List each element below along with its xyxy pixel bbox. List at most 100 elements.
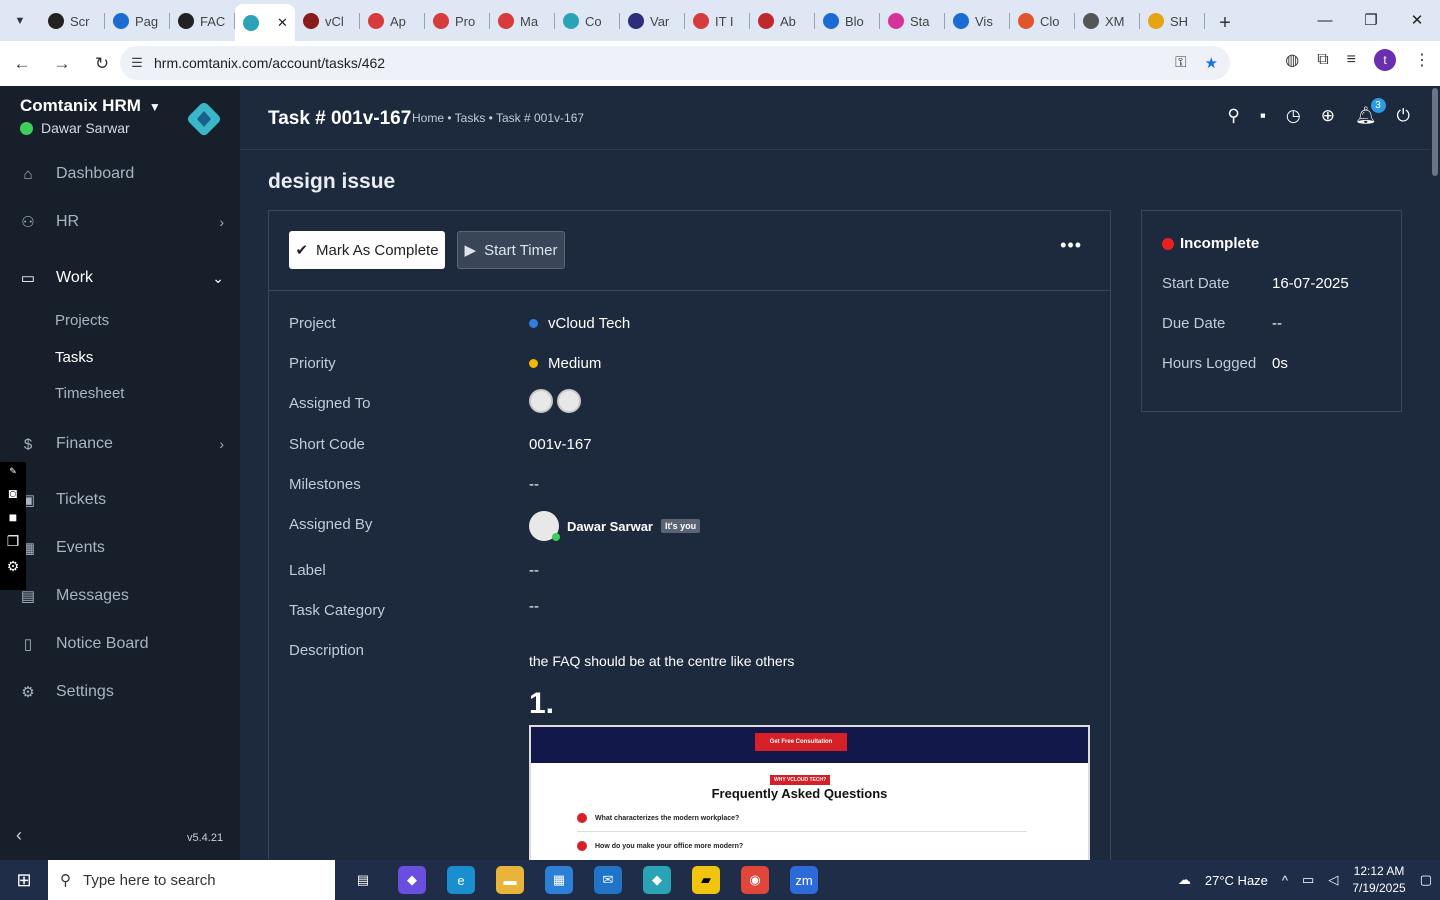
browser-tab[interactable]: FAC [170, 4, 235, 38]
search-icon[interactable]: ⚲ [1227, 106, 1239, 126]
camera-icon[interactable]: ◙ [9, 485, 17, 501]
browser-tab[interactable]: XM [1075, 4, 1140, 38]
file-explorer-icon[interactable]: ▬ [496, 866, 524, 894]
volume-icon[interactable]: ◁ [1328, 872, 1338, 888]
chevron-right-icon: › [219, 436, 224, 452]
chrome-icon[interactable]: ◉ [741, 866, 769, 894]
browser-tab[interactable]: Ab [750, 4, 815, 38]
sidebar-item-finance[interactable]: $ Finance › [0, 424, 240, 464]
clock-icon[interactable]: ◷ [1286, 106, 1301, 126]
tab-search-dropdown[interactable]: ▼ [0, 0, 40, 41]
task-detail-card: ✔ Mark As Complete ▶ Start Timer ••• Proje… [268, 210, 1111, 871]
weather-icon[interactable]: ☁ [1178, 872, 1191, 888]
browser-tab[interactable]: Ap [360, 4, 425, 38]
browser-tab[interactable]: IT I [685, 4, 750, 38]
chevron-down-icon[interactable]: ▼ [149, 100, 161, 114]
avatar [529, 511, 560, 541]
avatar[interactable] [557, 389, 581, 413]
restore-button[interactable]: ❐ [1348, 0, 1394, 40]
bell-icon[interactable]: 🔔︎ 3 [1355, 98, 1386, 126]
favicon-icon [243, 14, 259, 31]
collapse-sidebar-icon[interactable]: ‹ [16, 825, 22, 846]
chrome-menu-icon[interactable]: ⋮ [1414, 50, 1430, 70]
hours-logged-label: Hours Logged [1162, 355, 1257, 372]
reload-button[interactable]: ↻ [84, 46, 120, 82]
project-value[interactable]: vCloud Tech [529, 315, 630, 332]
sidebar-sub-tasks[interactable]: Tasks [55, 349, 93, 366]
omnibox[interactable]: ☰ hrm.comtanix.com/account/tasks/462 ⚿ ★ [120, 46, 1230, 80]
profile-avatar[interactable]: t [1374, 49, 1396, 71]
hrm-app-icon[interactable]: ◆ [643, 866, 671, 894]
url-text[interactable]: hrm.comtanix.com/account/tasks/462 [154, 55, 385, 71]
browser-tab[interactable]: ✕ [235, 4, 295, 41]
start-timer-button[interactable]: ▶ Start Timer [457, 231, 565, 269]
tray-chevron-icon[interactable]: ^ [1282, 873, 1288, 888]
bookmark-star-icon[interactable]: ★ [1205, 54, 1218, 72]
minimize-button[interactable]: — [1302, 0, 1348, 40]
windows-start-button[interactable]: ⊞ [0, 860, 48, 900]
assigned-by-value[interactable]: Dawar Sarwar It's you [529, 511, 701, 541]
sidebar-sub-projects[interactable]: Projects [55, 312, 109, 329]
browser-tab[interactable]: Vis [945, 4, 1010, 38]
browser-tab[interactable]: Scr [40, 4, 105, 38]
browser-tab[interactable]: Blo [815, 4, 880, 38]
browser-tab[interactable]: vCl [295, 4, 360, 38]
avatar[interactable] [529, 389, 553, 413]
network-icon[interactable]: ▭ [1302, 872, 1314, 888]
sidebar-item-hr[interactable]: ⚇ HR › [0, 202, 240, 242]
app-version: v5.4.21 [187, 832, 224, 844]
gear-icon[interactable]: ⚙ [7, 558, 20, 575]
browser-tab[interactable]: Sta [880, 4, 945, 38]
sidebar-item-settings[interactable]: ⚙ Settings [0, 672, 240, 712]
more-options-icon[interactable]: ••• [1060, 235, 1082, 256]
sidebar-item-messages[interactable]: ▤ Messages [0, 576, 240, 616]
translate-icon[interactable]: ◍ [1285, 50, 1299, 70]
store-icon[interactable]: ▦ [545, 866, 573, 894]
add-icon[interactable]: ⊕ [1321, 106, 1335, 126]
extensions-icon[interactable]: ⧉ [1317, 51, 1328, 69]
taskbar-search[interactable]: ⚲ Type here to search [48, 860, 335, 900]
mark-complete-button[interactable]: ✔ Mark As Complete [289, 231, 445, 269]
sticky-notes-icon[interactable]: ▰ [692, 866, 720, 894]
brand-name[interactable]: Comtanix HRM ▼ [20, 96, 161, 116]
browser-tab[interactable]: Pag [105, 4, 170, 38]
video-icon[interactable]: ■ [9, 509, 17, 525]
sidebar-item-tickets[interactable]: ▣ Tickets [0, 480, 240, 520]
mail-icon[interactable]: ✉ [594, 866, 622, 894]
browser-tab[interactable]: SH [1140, 4, 1205, 38]
site-info-icon[interactable]: ☰ [120, 55, 154, 71]
browser-tab[interactable]: Var [620, 4, 685, 38]
sidebar-item-notice-board[interactable]: ▯ Notice Board [0, 624, 240, 664]
pen-icon[interactable]: ✎ [9, 466, 17, 477]
task-view-icon[interactable]: ▤ [349, 866, 377, 894]
sidebar-item-dashboard[interactable]: ⌂ Dashboard [0, 154, 240, 194]
sidebar-item-events[interactable]: ▦ Events [0, 528, 240, 568]
new-tab-button[interactable]: + [1205, 5, 1245, 41]
browser-tab[interactable]: Ma [490, 4, 555, 38]
scrollbar-thumb[interactable] [1432, 88, 1438, 176]
password-key-icon[interactable]: ⚿ [1175, 54, 1186, 72]
zoom-icon[interactable]: zm [790, 866, 818, 894]
sidebar-sub-timesheet[interactable]: Timesheet [55, 385, 124, 402]
window-icon[interactable]: ❐ [7, 533, 20, 550]
browser-tab[interactable]: Co [555, 4, 620, 38]
power-icon[interactable]: ⏻ [1397, 106, 1410, 126]
description-screenshot[interactable]: Get Free Consultation WHY VCLOUD TECH? F… [529, 725, 1090, 871]
forward-button[interactable]: → [44, 46, 80, 82]
sidebar-item-work[interactable]: ▭ Work ⌄ [0, 258, 240, 298]
browser-tab[interactable]: Clo [1010, 4, 1075, 38]
back-button[interactable]: ← [4, 46, 40, 82]
copilot-icon[interactable]: ◆ [398, 866, 426, 894]
breadcrumb[interactable]: Home • Tasks • Task # 001v-167 [412, 111, 584, 125]
field-label: Assigned By [289, 516, 373, 533]
sticky-note-icon[interactable]: ▪ [1260, 106, 1266, 126]
close-window-button[interactable]: ✕ [1394, 0, 1440, 40]
close-icon[interactable]: ✕ [277, 15, 288, 31]
media-icon[interactable]: ≡ [1347, 51, 1356, 69]
page-scrollbar[interactable] [1430, 86, 1440, 860]
taskbar-clock[interactable]: 12:12 AM 7/19/2025 [1352, 863, 1405, 897]
notification-center-icon[interactable]: ▢ [1420, 872, 1432, 888]
weather-text[interactable]: 27°C Haze [1205, 873, 1268, 888]
browser-tab[interactable]: Pro [425, 4, 490, 38]
edge-icon[interactable]: e [447, 866, 475, 894]
